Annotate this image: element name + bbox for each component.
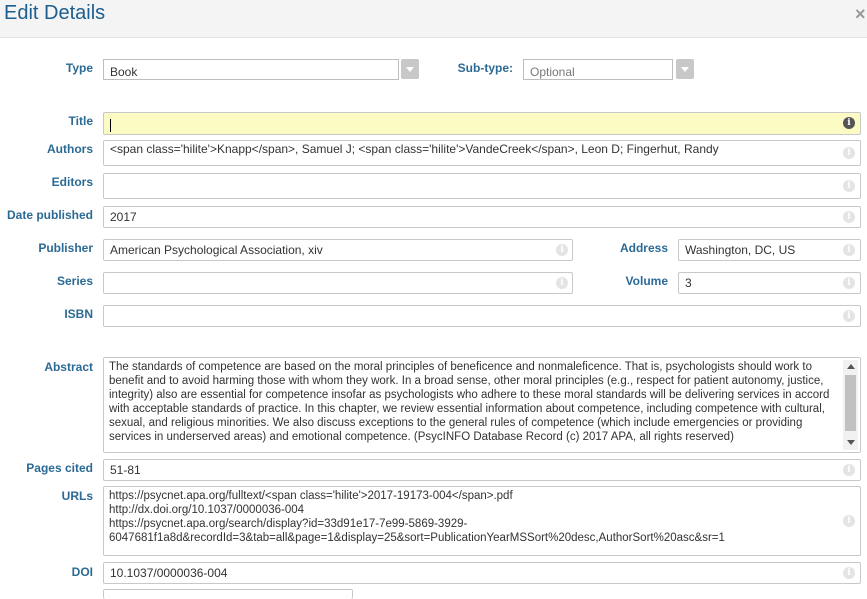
publisher-label: Publisher — [38, 241, 93, 255]
title-info-icon[interactable]: i — [843, 117, 855, 129]
date-published-field[interactable]: 2017 — [103, 206, 861, 228]
pages-cited-field[interactable]: 51-81 — [103, 459, 861, 481]
abstract-text: The standards of competence are based on… — [109, 361, 830, 443]
series-label: Series — [56, 274, 93, 288]
date-published-info-icon[interactable]: i — [843, 211, 855, 223]
doi-field[interactable]: 10.1037/0000036-004 — [103, 562, 861, 584]
authors-info-icon[interactable]: i — [843, 147, 855, 159]
volume-label: Volume — [625, 274, 668, 288]
address-field[interactable]: Washington, DC, US — [678, 239, 861, 261]
authors-label: Authors — [47, 142, 93, 156]
subtype-dropdown-arrow-icon[interactable] — [676, 59, 694, 79]
scroll-up-arrow-icon[interactable] — [847, 364, 855, 369]
pages-cited-label: Pages cited — [26, 461, 93, 475]
type-label: Type — [65, 61, 93, 75]
urls-text: https://psycnet.apa.org/fulltext/<span c… — [109, 490, 725, 544]
isbn-label: ISBN — [64, 307, 93, 321]
address-info-icon[interactable]: i — [843, 244, 855, 256]
authors-field[interactable]: <span class='hilite'>Knapp</span>, Samue… — [103, 140, 861, 166]
editors-label: Editors — [51, 175, 93, 189]
abstract-label: Abstract — [44, 360, 93, 374]
urls-info-icon[interactable]: i — [843, 515, 855, 527]
title-field[interactable] — [103, 112, 861, 135]
subtype-select[interactable]: Optional — [523, 59, 673, 80]
next-field[interactable] — [103, 589, 353, 599]
publisher-info-icon[interactable]: i — [556, 244, 568, 256]
scroll-down-arrow-icon[interactable] — [847, 440, 855, 445]
scroll-thumb[interactable] — [845, 375, 856, 431]
urls-label: URLs — [61, 489, 93, 503]
address-label: Address — [619, 241, 668, 255]
type-dropdown-arrow-icon[interactable] — [401, 59, 419, 79]
isbn-field[interactable] — [103, 305, 861, 327]
dialog-title: Edit Details — [4, 2, 106, 24]
doi-info-icon[interactable]: i — [843, 567, 855, 579]
type-select[interactable]: Book — [103, 59, 399, 80]
series-field[interactable] — [103, 272, 573, 294]
publisher-field[interactable]: American Psychological Association, xiv — [103, 239, 573, 261]
abstract-scrollbar[interactable] — [843, 360, 858, 450]
volume-info-icon[interactable]: i — [843, 277, 855, 289]
pages-cited-info-icon[interactable]: i — [843, 464, 855, 476]
editors-info-icon[interactable]: i — [843, 180, 855, 192]
date-published-label: Date published — [6, 208, 93, 222]
isbn-info-icon[interactable]: i — [843, 310, 855, 322]
title-label: Title — [68, 114, 93, 128]
subtype-label: Sub-type: — [457, 61, 513, 75]
series-info-icon[interactable]: i — [556, 277, 568, 289]
close-icon[interactable]: × — [855, 4, 866, 25]
dialog-header: Edit Details × — [0, 0, 867, 38]
editors-field[interactable] — [103, 173, 861, 199]
doi-label: DOI — [71, 565, 93, 579]
volume-field[interactable]: 3 — [678, 272, 861, 294]
text-caret — [110, 119, 111, 133]
